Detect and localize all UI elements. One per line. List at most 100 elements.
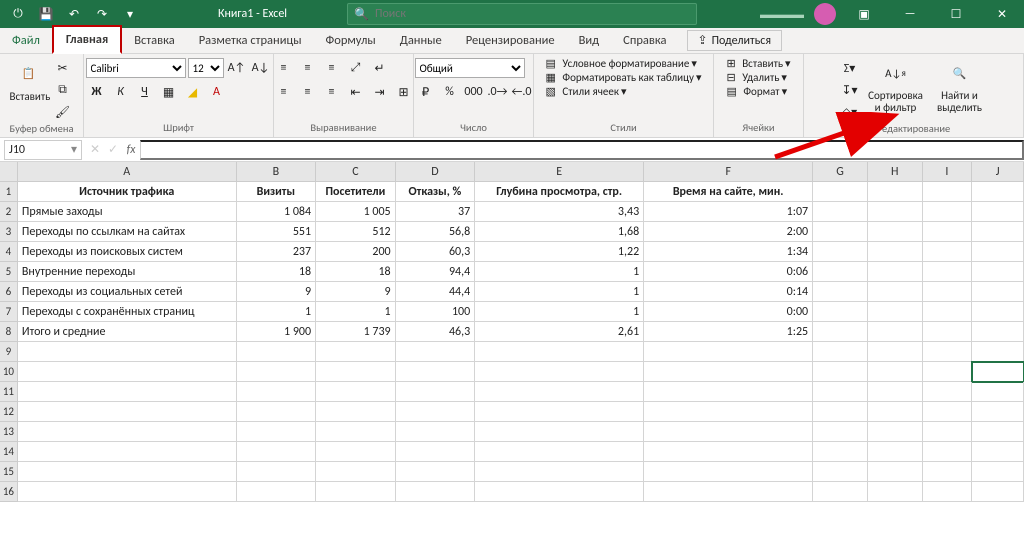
cell[interactable] <box>972 302 1024 322</box>
cell[interactable] <box>868 282 923 302</box>
maximize-icon[interactable]: ☐ <box>938 0 974 28</box>
cell[interactable] <box>396 422 476 442</box>
cell[interactable]: Итого и средние <box>18 322 237 342</box>
cell[interactable] <box>396 362 476 382</box>
cell[interactable] <box>972 262 1024 282</box>
font-size-select[interactable]: 12 <box>188 58 224 78</box>
search-input[interactable] <box>375 7 690 21</box>
delete-cells-button[interactable]: ⊟ Удалить ▾ <box>726 72 786 84</box>
row-header[interactable]: 11 <box>0 382 18 402</box>
cell[interactable] <box>396 462 476 482</box>
orientation-icon[interactable]: ⤢ <box>345 58 367 78</box>
tab-рецензирование[interactable]: Рецензирование <box>454 28 567 53</box>
undo-icon[interactable]: ↶ <box>62 2 86 26</box>
cell[interactable]: Визиты <box>237 182 317 202</box>
autosum-icon[interactable]: Σ▾ <box>839 58 861 78</box>
col-header[interactable]: B <box>237 162 317 182</box>
underline-icon[interactable]: Ч <box>134 82 156 102</box>
cell[interactable] <box>868 482 923 502</box>
cell[interactable] <box>868 202 923 222</box>
bold-icon[interactable]: Ж <box>86 82 108 102</box>
search-box[interactable]: 🔍 <box>347 3 697 25</box>
cell[interactable] <box>813 362 868 382</box>
tab-главная[interactable]: Главная <box>52 25 122 54</box>
cell[interactable]: 9 <box>316 282 396 302</box>
cell[interactable] <box>972 482 1024 502</box>
align-middle-icon[interactable]: ≡ <box>297 58 319 78</box>
cell[interactable] <box>972 242 1024 262</box>
cell[interactable] <box>868 442 923 462</box>
cell[interactable] <box>923 402 973 422</box>
insert-cells-button[interactable]: ⊞ Вставить ▾ <box>726 58 790 70</box>
cell[interactable] <box>237 342 317 362</box>
cell[interactable] <box>18 422 237 442</box>
cell[interactable] <box>316 382 396 402</box>
cell[interactable] <box>475 422 644 442</box>
cell[interactable] <box>972 402 1024 422</box>
cell-styles-button[interactable]: ▧ Стили ячеек ▾ <box>546 86 627 98</box>
save-icon[interactable]: 💾 <box>34 2 58 26</box>
cell[interactable] <box>868 422 923 442</box>
cell[interactable] <box>396 482 476 502</box>
cell[interactable]: 1 <box>316 302 396 322</box>
row-header[interactable]: 6 <box>0 282 18 302</box>
cell[interactable] <box>396 382 476 402</box>
cell[interactable]: 1 084 <box>237 202 317 222</box>
cell[interactable]: 237 <box>237 242 317 262</box>
cell[interactable] <box>237 362 317 382</box>
cell[interactable] <box>237 442 317 462</box>
cell[interactable] <box>475 342 644 362</box>
cell[interactable]: 1:07 <box>644 202 813 222</box>
cell[interactable]: 1,68 <box>475 222 644 242</box>
cell[interactable] <box>644 482 813 502</box>
percent-icon[interactable]: % <box>439 82 461 102</box>
close-icon[interactable]: ✕ <box>984 0 1020 28</box>
col-header[interactable]: H <box>868 162 923 182</box>
row-header[interactable]: 8 <box>0 322 18 342</box>
cell[interactable] <box>475 402 644 422</box>
cell[interactable] <box>923 342 973 362</box>
cell[interactable] <box>923 282 973 302</box>
cell[interactable] <box>813 382 868 402</box>
cell[interactable]: 60,3 <box>396 242 476 262</box>
sort-filter-button[interactable]: A↓я Сортировка и фильтр <box>865 58 927 114</box>
cell[interactable]: Переходы по ссылкам на сайтах <box>18 222 237 242</box>
cell[interactable] <box>972 422 1024 442</box>
fill-icon[interactable]: ↧▾ <box>839 80 861 100</box>
cell[interactable] <box>972 362 1024 382</box>
border-icon[interactable]: ▦ <box>158 82 180 102</box>
cell[interactable]: 3,43 <box>475 202 644 222</box>
format-cells-button[interactable]: ▤ Формат ▾ <box>726 86 787 98</box>
cell[interactable]: 1 <box>475 282 644 302</box>
cell[interactable] <box>316 362 396 382</box>
col-header[interactable]: F <box>644 162 813 182</box>
cell[interactable] <box>396 342 476 362</box>
inc-decimal-icon[interactable]: .0→ <box>487 82 509 102</box>
cell[interactable]: Источник трафика <box>18 182 237 202</box>
italic-icon[interactable]: К <box>110 82 132 102</box>
row-header[interactable]: 13 <box>0 422 18 442</box>
cell[interactable]: 46,3 <box>396 322 476 342</box>
align-right-icon[interactable]: ≡ <box>321 82 343 102</box>
cell[interactable] <box>868 302 923 322</box>
cell[interactable]: 94,4 <box>396 262 476 282</box>
tab-разметка страницы[interactable]: Разметка страницы <box>187 28 314 53</box>
cell[interactable] <box>868 382 923 402</box>
cell[interactable] <box>923 202 973 222</box>
row-header[interactable]: 2 <box>0 202 18 222</box>
cell[interactable] <box>813 262 868 282</box>
cell[interactable] <box>644 442 813 462</box>
share-button[interactable]: ⇪ Поделиться <box>687 30 783 51</box>
enter-formula-icon[interactable]: ✓ <box>104 142 122 157</box>
cell[interactable] <box>316 342 396 362</box>
cell[interactable] <box>475 482 644 502</box>
cell[interactable]: 9 <box>237 282 317 302</box>
tab-вставка[interactable]: Вставка <box>122 28 187 53</box>
cell[interactable] <box>972 222 1024 242</box>
cell[interactable] <box>923 262 973 282</box>
cell[interactable] <box>813 482 868 502</box>
cell[interactable] <box>475 362 644 382</box>
number-format-select[interactable]: Общий <box>415 58 525 78</box>
cell[interactable]: 1 005 <box>316 202 396 222</box>
cell[interactable] <box>972 442 1024 462</box>
